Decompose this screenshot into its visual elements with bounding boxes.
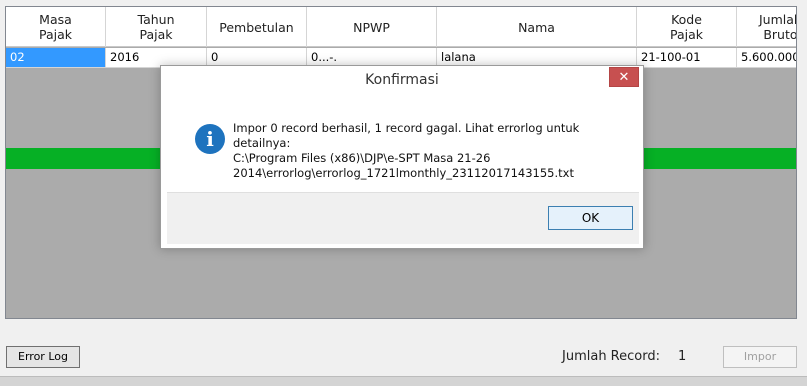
column-header-nama[interactable]: Nama (437, 7, 637, 47)
column-header-jumlah-bruto[interactable]: Jumlah Bruto (737, 7, 796, 47)
column-header-npwp[interactable]: NPWP (307, 7, 437, 47)
confirmation-dialog: Konfirmasi ✕ i Impor 0 record berhasil, … (160, 65, 644, 249)
record-count-label: Jumlah Record: (562, 349, 660, 364)
error-log-button[interactable]: Error Log (6, 346, 80, 368)
info-icon: i (195, 124, 225, 154)
table-header: Masa Pajak Tahun Pajak Pembetulan NPWP N… (6, 7, 796, 47)
column-header-masa-pajak[interactable]: Masa Pajak (6, 7, 106, 47)
dialog-body: i Impor 0 record berhasil, 1 record gaga… (167, 96, 639, 192)
ok-button[interactable]: OK (548, 206, 633, 230)
dialog-footer: OK (167, 192, 639, 244)
close-icon[interactable]: ✕ (609, 67, 639, 87)
import-button[interactable]: Impor (723, 346, 797, 368)
window-bottom-edge (0, 376, 807, 386)
dialog-message: Impor 0 record berhasil, 1 record gagal.… (233, 121, 633, 181)
message-line: C:\Program Files (x86)\DJP\e-SPT Masa 21… (233, 151, 491, 165)
dialog-title: Konfirmasi (365, 72, 439, 88)
column-header-kode-pajak[interactable]: Kode Pajak (637, 7, 737, 47)
message-line: 2014\errorlog\errorlog_1721lmonthly_2311… (233, 166, 574, 180)
column-header-pembetulan[interactable]: Pembetulan (207, 7, 307, 47)
column-header-tahun-pajak[interactable]: Tahun Pajak (106, 7, 207, 47)
message-line: Impor 0 record berhasil, 1 record gagal.… (233, 121, 580, 150)
cell-masa-pajak[interactable]: 02 (6, 48, 106, 67)
cell-kode-pajak[interactable]: 21-100-01 (637, 48, 737, 67)
cell-jumlah-bruto[interactable]: 5.600.000 (737, 48, 796, 67)
record-count-value: 1 (678, 349, 687, 364)
